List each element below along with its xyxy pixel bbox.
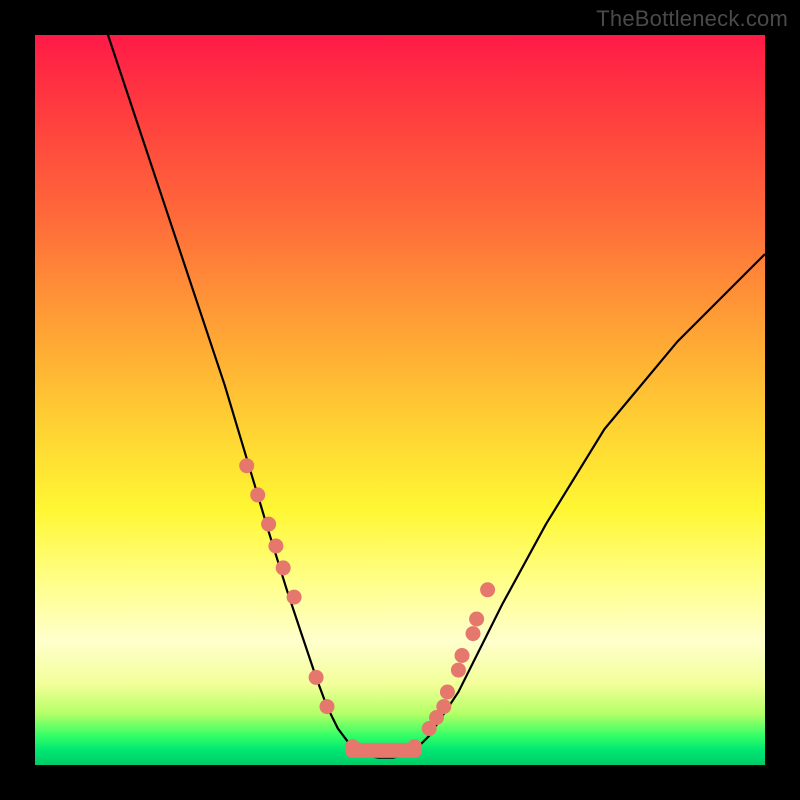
chart-svg [35, 35, 765, 765]
chart-frame: TheBottleneck.com [0, 0, 800, 800]
data-point [466, 626, 481, 641]
data-point [480, 582, 495, 597]
markers-right [407, 582, 495, 754]
left-curve [108, 35, 356, 750]
curve-group [108, 35, 765, 758]
data-point [455, 648, 470, 663]
markers-left [239, 458, 360, 754]
data-point [320, 699, 335, 714]
data-point [469, 612, 484, 627]
data-point [309, 670, 324, 685]
data-point [268, 539, 283, 554]
data-point [287, 590, 302, 605]
data-point [250, 487, 265, 502]
right-curve [415, 254, 765, 750]
data-point [451, 663, 466, 678]
data-point [440, 685, 455, 700]
data-point [436, 699, 451, 714]
data-point [239, 458, 254, 473]
plot-area [35, 35, 765, 765]
data-point [261, 517, 276, 532]
data-point [276, 560, 291, 575]
attribution-watermark: TheBottleneck.com [596, 6, 788, 32]
